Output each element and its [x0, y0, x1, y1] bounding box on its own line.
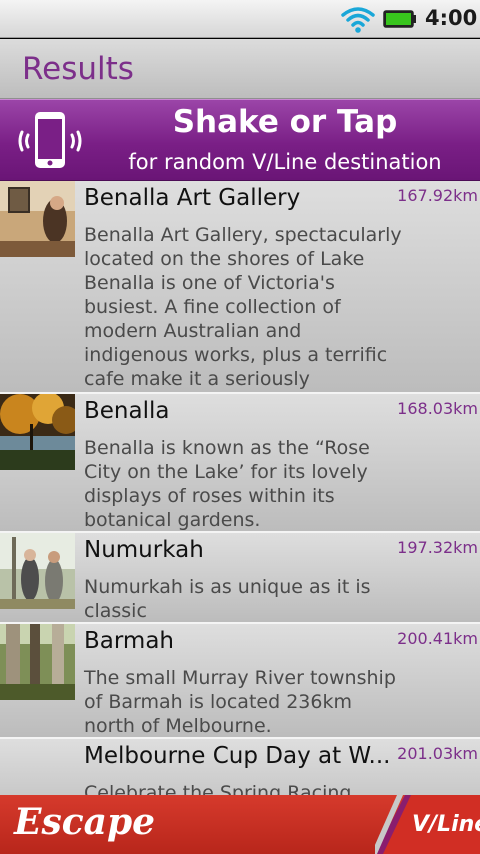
wifi-icon [341, 7, 375, 33]
vline-logo: V/Line [412, 812, 480, 837]
item-distance: 168.03km [397, 399, 478, 418]
item-description: The small Murray River township of Barma… [84, 667, 396, 737]
item-description: Celebrate the Spring Racing [84, 782, 352, 795]
title-bar: Results [0, 39, 480, 99]
status-time: 4:00 [425, 6, 478, 30]
banner-headline: Shake or Tap [172, 104, 398, 140]
results-list[interactable]: Benalla Art Gallery 167.92km Benalla Art… [0, 181, 480, 795]
battery-icon [383, 10, 416, 28]
list-item[interactable]: Barmah 200.41km The small Murray River t… [0, 624, 480, 739]
brand-footer: Escape V/Line [0, 795, 480, 854]
item-distance: 201.03km [397, 744, 478, 763]
thumbnail-image [0, 533, 75, 609]
item-distance: 167.92km [397, 186, 478, 205]
list-item[interactable]: Benalla 168.03km Benalla is known as the… [0, 394, 480, 533]
random-destination-banner[interactable]: Shake or Tap for random V/Line destinati… [0, 99, 480, 181]
item-name: Melbourne Cup Day at W... [84, 743, 391, 769]
item-name: Benalla [84, 398, 170, 424]
list-item[interactable]: Benalla Art Gallery 167.92km Benalla Art… [0, 181, 480, 414]
thumbnail-image [0, 624, 75, 700]
item-description: Benalla Art Gallery, spectacularly locat… [84, 224, 402, 414]
thumbnail-image [0, 394, 75, 470]
item-distance: 200.41km [397, 629, 478, 648]
shake-phone-icon [18, 112, 82, 168]
item-distance: 197.32km [397, 538, 478, 557]
item-description: Numurkah is as unique as it is classic [84, 576, 371, 622]
status-bar: 4:00 [0, 0, 480, 38]
item-name: Numurkah [84, 537, 204, 563]
banner-subtext: for random V/Line destination [128, 150, 442, 174]
page-title: Results [22, 51, 134, 87]
item-name: Barmah [84, 628, 175, 654]
item-name: Benalla Art Gallery [84, 185, 301, 211]
escape-logo: Escape [14, 801, 156, 843]
list-item[interactable]: Melbourne Cup Day at W... 201.03km Celeb… [0, 739, 480, 795]
list-item[interactable]: Numurkah 197.32km Numurkah is as unique … [0, 533, 480, 624]
item-description: Benalla is known as the “Rose City on th… [84, 437, 370, 531]
thumbnail-image [0, 181, 75, 257]
